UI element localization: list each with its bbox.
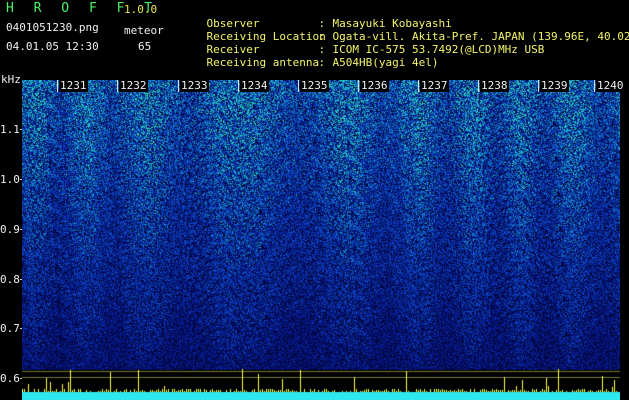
info-key: Receiving antenna bbox=[206, 56, 320, 69]
x-tick-label: 1233 bbox=[178, 79, 209, 92]
file-name: 0401051230.png bbox=[6, 21, 99, 34]
date-time: 04.01.05 12:30 bbox=[6, 40, 99, 53]
info-row-antenna: Receiving antenna: A504HB(yagi 4el) bbox=[180, 43, 439, 82]
y-tick-label: 0.9 bbox=[0, 223, 22, 236]
x-tick-label: 1231 bbox=[57, 79, 88, 92]
hroft-window: H R O F F T 1.0.0 0401051230.png meteor … bbox=[0, 0, 629, 400]
y-tick-label: 0.8 bbox=[0, 273, 22, 286]
y-tick-label: 0.7 bbox=[0, 322, 22, 335]
x-tick-label: 1235 bbox=[298, 79, 329, 92]
x-tick-label: 1237 bbox=[418, 79, 449, 92]
x-tick-label: 1239 bbox=[538, 79, 569, 92]
info-value: A504HB(yagi 4el) bbox=[332, 56, 439, 69]
spectrogram-canvas bbox=[22, 80, 620, 400]
spectrogram bbox=[22, 80, 620, 400]
app-version: 1.0.0 bbox=[124, 3, 158, 16]
x-tick-label: 1238 bbox=[478, 79, 509, 92]
y-axis-unit-label: kHz bbox=[1, 73, 21, 86]
x-tick-label: 1234 bbox=[238, 79, 269, 92]
info-colon: : bbox=[318, 56, 326, 69]
x-tick-label: 1236 bbox=[358, 79, 389, 92]
y-tick-label: 0.6 bbox=[0, 372, 22, 385]
x-tick-label: 1240 bbox=[594, 79, 625, 92]
meteor-label: meteor bbox=[124, 24, 164, 37]
y-tick-label: 1.1 bbox=[0, 123, 22, 136]
meteor-count: 65 bbox=[138, 40, 152, 53]
y-tick-label: 1.0 bbox=[0, 173, 22, 186]
x-tick-label: 1232 bbox=[117, 79, 148, 92]
